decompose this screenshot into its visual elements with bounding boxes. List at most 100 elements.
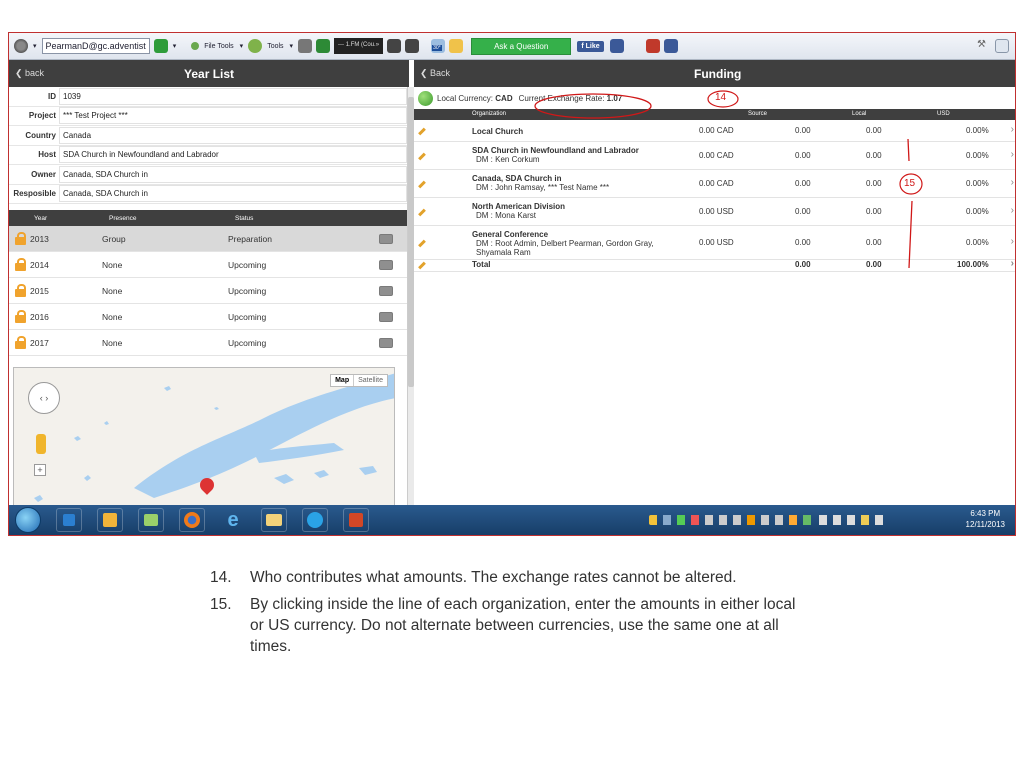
year-row[interactable]: 2014 None Upcoming [9, 252, 407, 278]
radio-icon[interactable] [298, 39, 313, 53]
weather-icon[interactable]: 30° [431, 39, 446, 53]
chevron-right-icon[interactable]: › [1011, 177, 1014, 188]
edit-pencil-icon[interactable] [418, 208, 426, 217]
source-value: 0.00 USD [699, 207, 734, 216]
info-value[interactable]: Canada, SDA Church in [59, 165, 407, 183]
file-tools-menu[interactable]: File Tools [204, 43, 233, 50]
edit-pencil-icon[interactable] [418, 152, 426, 161]
media-station-field[interactable]: --- 1.FM (Cou.» [334, 38, 384, 54]
presence-value: None [102, 311, 123, 322]
percent-value: 0.00% [966, 179, 989, 188]
year-row[interactable]: 2015 None Upcoming [9, 278, 407, 304]
year-list-pane: ID 1039 Project *** Test Project *** Country… [9, 87, 407, 507]
year-value: 2013 [30, 233, 49, 244]
clock-time[interactable]: 6:43 PM [966, 508, 1005, 519]
powerpoint-icon[interactable] [343, 508, 369, 532]
info-value[interactable]: *** Test Project *** [59, 107, 407, 125]
tray-icons[interactable] [649, 515, 949, 525]
skype-icon[interactable] [302, 508, 328, 532]
note-text: Who contributes what amounts. The exchan… [250, 569, 737, 586]
dropdown-arrow-icon[interactable]: ▾ [33, 42, 37, 50]
map-type-control: Map Satellite [330, 374, 388, 387]
funding-row[interactable]: SDA Church in Newfoundland and Labrador D… [414, 142, 1015, 170]
edit-pencil-icon[interactable] [418, 180, 426, 189]
media-player-icon[interactable] [56, 508, 82, 532]
usd-value: 0.00 [866, 207, 882, 216]
info-value[interactable]: Canada [59, 126, 407, 144]
file-explorer-icon[interactable] [261, 508, 287, 532]
funding-rows: Local Church 0.00 CAD 0.00 0.00 0.00% › SDA Ch… [414, 120, 1015, 272]
edit-pencil-icon[interactable] [418, 127, 426, 136]
gift-icon[interactable] [645, 39, 660, 53]
edit-pencil-icon[interactable] [418, 239, 426, 248]
clock-date[interactable]: 12/11/2013 [966, 519, 1005, 530]
details-icon[interactable] [379, 259, 393, 270]
chevron-right-icon[interactable]: › [1011, 205, 1014, 216]
facebook-notification-icon[interactable] [663, 39, 678, 53]
edit-pencil-icon[interactable] [418, 261, 426, 270]
scrollbar[interactable] [407, 87, 414, 507]
notes-icon[interactable] [138, 508, 164, 532]
info-value[interactable]: Canada, SDA Church in [59, 185, 407, 203]
ask-question-button[interactable]: Ask a Question [471, 37, 572, 55]
organization-name: General Conference [472, 230, 549, 239]
internet-explorer-icon[interactable]: e [220, 508, 246, 532]
map-button[interactable]: Map [331, 375, 353, 386]
map[interactable]: ‹ › + Map Satellite [13, 367, 395, 507]
details-icon[interactable] [379, 233, 393, 244]
outlook-icon[interactable] [97, 508, 123, 532]
status-value: Upcoming [228, 259, 267, 270]
dropdown-arrow-icon[interactable]: ▾ [240, 42, 244, 50]
year-value: 2014 [30, 259, 49, 270]
chat-icon[interactable] [449, 39, 464, 53]
wrench-icon[interactable]: ⚒ [977, 39, 991, 53]
funding-row[interactable]: North American Division DM : Mona Karst 0.… [414, 198, 1015, 226]
firefox-icon[interactable] [179, 508, 205, 532]
note-number: 15. [210, 596, 232, 613]
details-icon[interactable] [379, 311, 393, 322]
info-row: ID 1039 [9, 87, 407, 107]
chevron-right-icon[interactable]: › [1011, 149, 1014, 160]
go-icon[interactable] [153, 39, 168, 53]
organization-name: Canada, SDA Church in [472, 174, 562, 183]
play-icon[interactable] [316, 39, 331, 53]
rewind-icon[interactable] [405, 39, 420, 53]
zoom-in-button[interactable]: + [34, 464, 46, 476]
funding-row[interactable]: Local Church 0.00 CAD 0.00 0.00 0.00% › [414, 120, 1015, 142]
funding-row[interactable]: General Conference DM : Root Admin, Delbe… [414, 226, 1015, 260]
facebook-icon[interactable] [609, 39, 624, 53]
screenshot: ▾ PearmanD@gc.adventist ▾ File Tools ▾ T… [8, 32, 1016, 536]
status-value: Upcoming [228, 285, 267, 296]
info-value[interactable]: SDA Church in Newfoundland and Labrador [59, 146, 407, 164]
year-row[interactable]: 2017 None Upcoming [9, 330, 407, 356]
add-icon[interactable] [995, 39, 1009, 53]
volume-icon[interactable] [387, 39, 402, 53]
details-icon[interactable] [379, 285, 393, 296]
tools-icon [248, 39, 263, 53]
street-view-pegman-icon[interactable] [36, 434, 46, 454]
dropdown-arrow-icon[interactable]: ▾ [290, 42, 294, 50]
percent-value: 0.00% [966, 151, 989, 160]
satellite-button[interactable]: Satellite [353, 375, 387, 386]
chevron-right-icon[interactable]: › [1011, 258, 1014, 269]
start-button[interactable] [15, 507, 41, 533]
chevron-right-icon[interactable]: › [1011, 236, 1014, 247]
funding-row[interactable]: Canada, SDA Church in DM : John Ramsay, *… [414, 170, 1015, 198]
back-button[interactable]: ❮ Back [414, 68, 484, 79]
facebook-like-button[interactable]: f Like [577, 40, 604, 52]
organization-cell: Local Church [472, 127, 662, 136]
year-row[interactable]: 2013 Group Preparation [9, 226, 407, 252]
lock-icon [15, 258, 26, 271]
dropdown-arrow-icon[interactable]: ▾ [173, 42, 177, 50]
chevron-right-icon[interactable]: › [1011, 124, 1014, 135]
lock-icon [15, 336, 26, 349]
info-value[interactable]: 1039 [59, 87, 407, 105]
info-row: Resposible Canada, SDA Church in [9, 185, 407, 204]
tools-menu[interactable]: Tools [267, 43, 283, 50]
details-icon[interactable] [379, 337, 393, 348]
back-button[interactable]: ❮ back [9, 68, 79, 79]
pan-control[interactable]: ‹ › [28, 382, 60, 414]
account-field[interactable]: PearmanD@gc.adventist [41, 38, 150, 54]
year-row[interactable]: 2016 None Upcoming [9, 304, 407, 330]
gear-icon[interactable] [14, 39, 28, 53]
